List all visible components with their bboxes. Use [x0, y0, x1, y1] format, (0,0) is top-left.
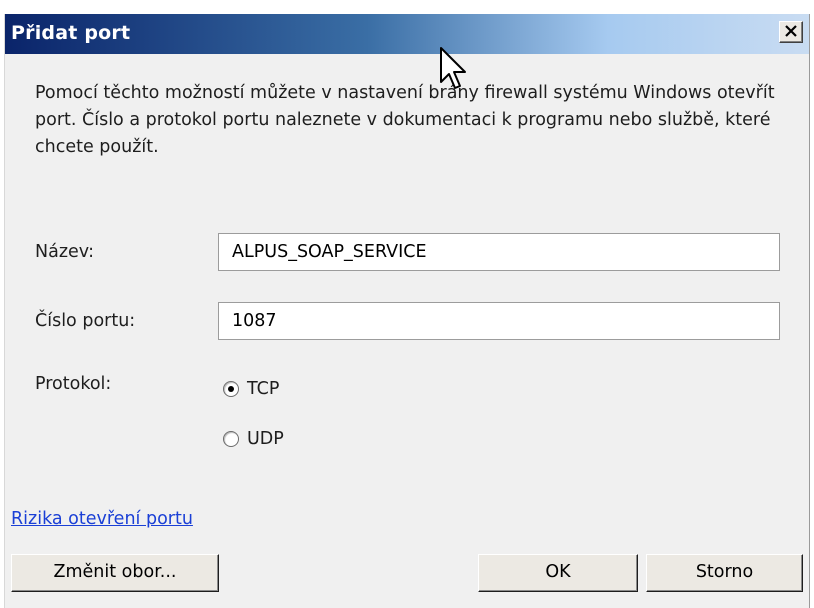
protocol-label: Protokol:	[35, 374, 112, 394]
port-number-label: Číslo portu:	[35, 311, 136, 331]
radio-option-udp[interactable]: UDP	[223, 427, 284, 451]
change-scope-button[interactable]: Změnit obor...	[11, 554, 219, 592]
name-input[interactable]: ALPUS_SOAP_SERVICE	[218, 233, 780, 271]
radio-option-tcp[interactable]: TCP	[223, 377, 279, 401]
add-port-dialog: Přidat port Pomocí těchto možností můžet…	[4, 14, 810, 608]
ok-button[interactable]: OK	[478, 554, 638, 592]
name-label: Název:	[35, 242, 95, 262]
udp-label: UDP	[247, 429, 284, 449]
udp-radio-button[interactable]	[223, 431, 239, 447]
cancel-button[interactable]: Storno	[646, 554, 803, 592]
port-number-input[interactable]: 1087	[218, 302, 780, 340]
close-icon	[785, 22, 797, 42]
tcp-radio-button[interactable]	[223, 381, 239, 397]
dialog-title: Přidat port	[11, 22, 131, 44]
dialog-description: Pomocí těchto možností můžete v nastaven…	[35, 83, 775, 157]
radio-selected-dot	[228, 386, 234, 392]
port-risks-link[interactable]: Rizika otevření portu	[11, 509, 193, 529]
close-button[interactable]	[779, 21, 803, 43]
title-bar[interactable]: Přidat port	[5, 14, 809, 54]
mouse-pointer-icon	[439, 46, 469, 92]
tcp-label: TCP	[247, 379, 280, 399]
